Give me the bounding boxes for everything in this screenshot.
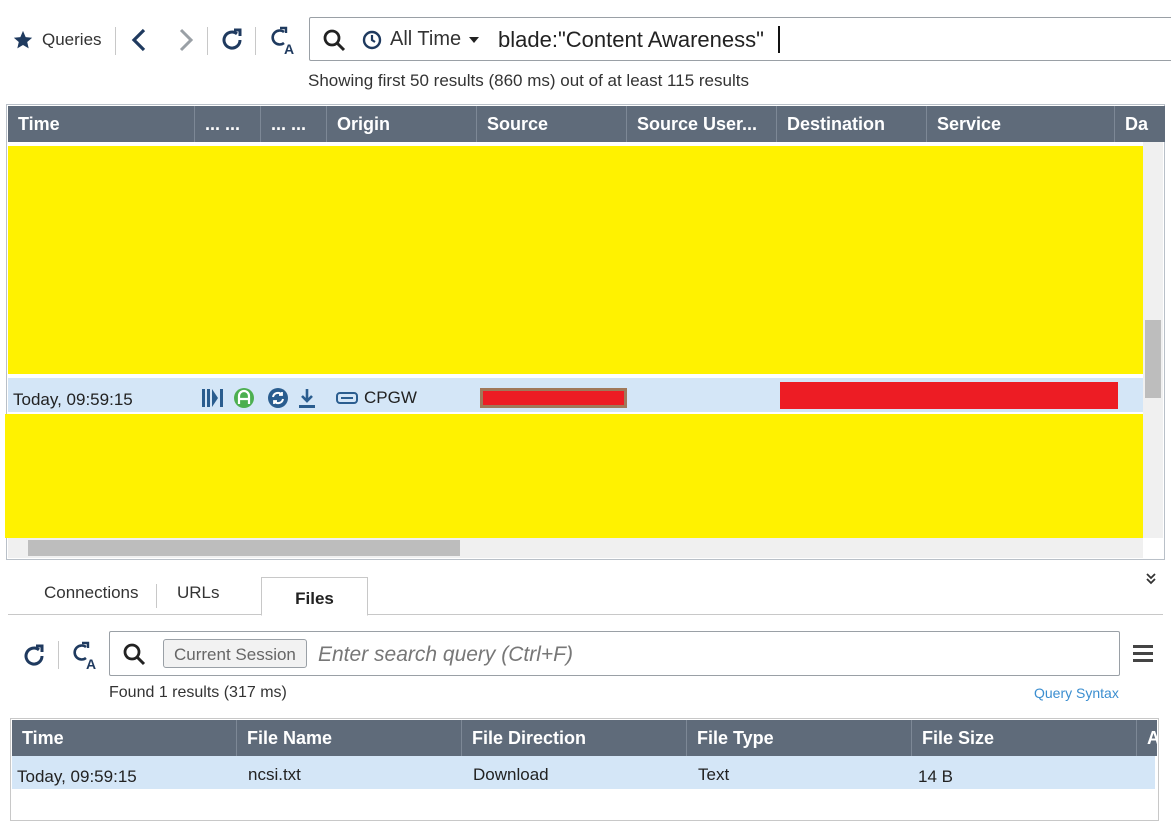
- row-origin-label: CPGW: [364, 388, 417, 407]
- time-filter-label: All Time: [390, 28, 462, 50]
- found-results-text: Found 1 results (317 ms): [109, 684, 287, 701]
- row-time: Today, 09:59:15: [13, 390, 133, 409]
- hamburger-line: [1133, 659, 1153, 662]
- tab-connections[interactable]: Connections: [44, 583, 139, 603]
- refresh-button[interactable]: [218, 26, 246, 54]
- search-icon: [123, 643, 146, 666]
- queries-label: Queries: [42, 30, 102, 49]
- query-text[interactable]: blade:"Content Awareness": [498, 27, 764, 53]
- toolbar-divider: [207, 27, 208, 55]
- gateway-icon: [336, 392, 358, 404]
- col-da[interactable]: Da: [1115, 106, 1165, 142]
- file-direction: Download: [473, 765, 549, 784]
- query-options-button[interactable]: A: [268, 26, 298, 56]
- hamburger-line: [1133, 652, 1153, 655]
- query-options-icon: A: [73, 641, 96, 671]
- download-icon: [299, 389, 315, 408]
- query-syntax-link[interactable]: Query Syntax: [1034, 685, 1119, 701]
- double-chevron-down-icon: [1146, 573, 1156, 585]
- caret-down-icon: [469, 36, 480, 43]
- toolbar-divider: [115, 27, 116, 55]
- col-icons-2[interactable]: ... ...: [261, 106, 327, 142]
- queries-button[interactable]: Queries: [12, 26, 102, 54]
- accept-icon: [234, 388, 254, 408]
- toolbar-divider: [58, 641, 59, 669]
- menu-button[interactable]: [1133, 645, 1153, 666]
- file-size: 14 B: [918, 767, 953, 786]
- redaction-block: [5, 414, 1147, 538]
- clock-icon: [362, 30, 382, 49]
- files-grid-header: Time File Name File Direction File Type …: [12, 720, 1157, 756]
- redaction-destination: [780, 382, 1118, 409]
- tabs-divider: [8, 614, 1163, 615]
- chevron-right-icon: [179, 28, 194, 52]
- refresh-icon: [222, 28, 242, 50]
- search-icon: [323, 29, 346, 52]
- query-options-icon: A: [271, 26, 294, 56]
- row-icons: [201, 387, 317, 409]
- tab-files[interactable]: Files: [261, 577, 368, 616]
- file-time: Today, 09:59:15: [17, 767, 137, 786]
- fcol-time[interactable]: Time: [12, 720, 237, 756]
- files-search-box[interactable]: Current Session Enter search query (Ctrl…: [109, 631, 1120, 676]
- refresh-icon: [24, 644, 44, 666]
- fcol-file-size[interactable]: File Size: [912, 720, 1137, 756]
- tab-urls[interactable]: URLs: [177, 583, 220, 603]
- svg-text:A: A: [284, 41, 294, 56]
- star-icon: [13, 30, 33, 49]
- col-service[interactable]: Service: [927, 106, 1115, 142]
- row-origin: CPGW: [336, 388, 417, 408]
- results-status: Showing first 50 results (860 ms) out of…: [308, 71, 749, 90]
- time-filter-dropdown[interactable]: All Time: [362, 28, 480, 51]
- blade-icon: [202, 389, 223, 407]
- chevron-left-icon: [131, 28, 146, 52]
- fcol-file-type[interactable]: File Type: [687, 720, 912, 756]
- tab-divider: [156, 584, 157, 608]
- results-grid-header: Time ... ... ... ... Origin Source Sourc…: [8, 106, 1165, 142]
- toolbar-divider: [255, 27, 256, 55]
- file-type: Text: [698, 765, 730, 784]
- text-cursor: [778, 26, 780, 53]
- back-button[interactable]: [128, 27, 150, 53]
- query-search-box[interactable]: All Time blade:"Content Awareness": [309, 17, 1171, 61]
- col-source-user[interactable]: Source User...: [627, 106, 777, 142]
- fcol-file-name[interactable]: File Name: [237, 720, 462, 756]
- file-name: ncsi.txt: [248, 765, 301, 784]
- files-query-options-button[interactable]: A: [70, 641, 100, 671]
- redaction-source: [480, 388, 627, 408]
- fcol-a[interactable]: A: [1137, 720, 1157, 756]
- table-row[interactable]: [12, 756, 1155, 789]
- collapse-panel-button[interactable]: [1146, 572, 1156, 590]
- current-session-chip[interactable]: Current Session: [163, 639, 307, 668]
- vertical-scroll-thumb[interactable]: [1145, 320, 1161, 398]
- files-search-input[interactable]: Enter search query (Ctrl+F): [318, 643, 573, 667]
- hamburger-icon: [1133, 645, 1153, 648]
- redaction-block: [8, 146, 1148, 374]
- horizontal-scroll-thumb[interactable]: [28, 540, 460, 556]
- col-icons-1[interactable]: ... ...: [195, 106, 261, 142]
- sync-icon: [268, 388, 288, 408]
- files-refresh-button[interactable]: [20, 642, 48, 670]
- col-origin[interactable]: Origin: [327, 106, 477, 142]
- svg-text:A: A: [86, 656, 96, 671]
- col-source[interactable]: Source: [477, 106, 627, 142]
- col-time[interactable]: Time: [8, 106, 195, 142]
- forward-button[interactable]: [175, 27, 197, 53]
- col-destination[interactable]: Destination: [777, 106, 927, 142]
- fcol-file-direction[interactable]: File Direction: [462, 720, 687, 756]
